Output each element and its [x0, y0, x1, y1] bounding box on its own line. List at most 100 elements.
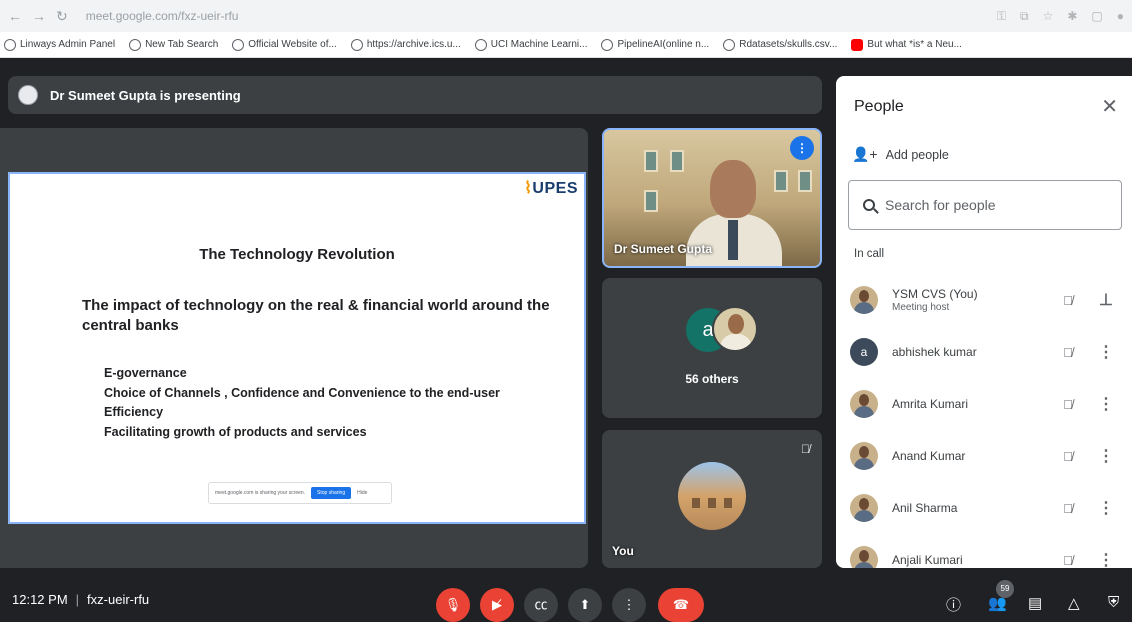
- activities-icon[interactable]: △: [1068, 594, 1080, 612]
- address-bar[interactable]: meet.google.com/fxz-ueir-rfu: [77, 5, 987, 27]
- more-options-icon[interactable]: ⋮: [1096, 394, 1116, 414]
- control-bar: 12:12 PM | fxz-ueir-rfu 🎙 ▶̸ ㏄ ⬆ ⋮ ☎ ⓘ 👥 5…: [0, 580, 1132, 622]
- mic-off-icon: 🎙̸: [1063, 552, 1073, 568]
- add-person-icon: 👤+: [852, 146, 878, 162]
- shared-slide: ⌇UPES The Technology Revolution The impa…: [8, 172, 586, 524]
- leave-call-button[interactable]: ☎: [658, 588, 704, 622]
- bullet-item: Efficiency: [104, 405, 164, 419]
- captions-icon: ㏄: [534, 597, 548, 612]
- avatar: [850, 442, 878, 470]
- more-options-button[interactable]: ⋮: [612, 588, 646, 622]
- present-button[interactable]: ⬆: [568, 588, 602, 622]
- self-tile[interactable]: 🎙̸ You: [602, 430, 822, 568]
- self-avatar: [678, 462, 746, 530]
- extensions-icon[interactable]: ✱: [1067, 9, 1077, 24]
- close-icon[interactable]: ✕: [1101, 94, 1118, 119]
- avatar: [850, 546, 878, 568]
- reload-icon[interactable]: ↻: [56, 8, 68, 25]
- people-panel: People ✕ 👤+ Add people Search for people…: [836, 76, 1132, 568]
- globe-icon: [350, 38, 363, 51]
- presenter-avatar: [18, 85, 38, 105]
- key-icon[interactable]: ⚿: [997, 9, 1006, 24]
- forward-icon[interactable]: →: [32, 8, 46, 24]
- globe-icon: [474, 38, 487, 51]
- browser-toolbar: ← → ↻ meet.google.com/fxz-ueir-rfu ⚿ ⧉ ☆…: [0, 0, 1132, 32]
- participant-row[interactable]: Amrita Kumari 🎙̸ ⋮: [836, 378, 1132, 430]
- more-options-icon[interactable]: ⋮: [1096, 498, 1116, 518]
- presenter-name: Dr Sumeet Gupta: [614, 242, 713, 256]
- avatar: [850, 494, 878, 522]
- slide-subtitle: The impact of technology on the real & f…: [82, 297, 550, 334]
- people-count-badge: 59: [996, 580, 1014, 598]
- share-page-icon[interactable]: ⧉: [1020, 9, 1029, 24]
- mic-off-icon: 🎙: [444, 597, 462, 612]
- avatar: [850, 286, 878, 314]
- more-options-icon[interactable]: ⋮: [1096, 342, 1116, 362]
- search-icon: [863, 199, 875, 211]
- bookmarks-bar: Linways Admin Panel New Tab Search Offic…: [0, 32, 1132, 58]
- meet-stage: Dr Sumeet Gupta is presenting ⌇UPES The …: [0, 60, 1132, 622]
- bookmark-item[interactable]: UCI Machine Learni...: [474, 38, 587, 51]
- bookmark-item[interactable]: Official Website of...: [232, 38, 337, 51]
- back-icon[interactable]: ←: [8, 8, 22, 24]
- presenting-text: Dr Sumeet Gupta is presenting: [50, 87, 241, 103]
- stop-sharing-button[interactable]: Stop sharing: [311, 487, 352, 499]
- upes-logo: ⌇UPES: [524, 180, 578, 197]
- bookmark-item[interactable]: Linways Admin Panel: [4, 38, 115, 51]
- mic-off-icon: 🎙̸: [801, 442, 810, 456]
- bookmark-item[interactable]: https://archive.ics.u...: [350, 38, 461, 51]
- participant-list: YSM CVS (You) Meeting host 🎙̸ ⊥ a abhish…: [836, 274, 1132, 568]
- add-people-button[interactable]: 👤+ Add people: [852, 146, 949, 163]
- mic-off-icon: 🎙̸: [1063, 344, 1073, 360]
- participant-row[interactable]: Anand Kumar 🎙̸ ⋮: [836, 430, 1132, 482]
- bookmark-item[interactable]: Rdatasets/skulls.csv...: [723, 38, 837, 51]
- presenter-tile[interactable]: ⋮ Dr Sumeet Gupta: [602, 128, 822, 268]
- captions-button[interactable]: ㏄: [524, 588, 558, 622]
- tab-search-icon[interactable]: ▢: [1091, 9, 1102, 24]
- present-screen-icon: ⬆: [579, 597, 591, 612]
- section-heading: In call: [854, 248, 885, 260]
- bookmark-item[interactable]: New Tab Search: [129, 38, 218, 51]
- camera-off-icon: ▶̸: [492, 597, 502, 612]
- mic-toggle-button[interactable]: 🎙: [436, 588, 470, 622]
- site-icon: [232, 38, 245, 51]
- presenting-banner: Dr Sumeet Gupta is presenting: [8, 76, 822, 114]
- host-controls-icon[interactable]: ⛨: [1108, 594, 1119, 611]
- globe-icon: [4, 38, 16, 51]
- bullet-item: Facilitating growth of products and serv…: [104, 424, 367, 439]
- slide-bullets: E-governance Choice of Channels , Confid…: [104, 364, 500, 442]
- presentation-tile[interactable]: ⌇UPES The Technology Revolution The impa…: [0, 128, 588, 568]
- pipeline-icon: [601, 38, 614, 51]
- star-icon[interactable]: ☆: [1043, 9, 1054, 24]
- bookmark-item[interactable]: PipelineAI(online n...: [601, 38, 709, 51]
- youtube-icon: [851, 38, 864, 51]
- more-options-icon[interactable]: ⋮: [1096, 550, 1116, 568]
- mic-off-icon: 🎙̸: [1063, 396, 1073, 412]
- avatar: [850, 390, 878, 418]
- chat-icon[interactable]: ▤: [1028, 594, 1042, 612]
- hide-button[interactable]: Hide: [357, 490, 367, 496]
- search-icon: [129, 38, 142, 51]
- participant-row[interactable]: YSM CVS (You) Meeting host 🎙̸ ⊥: [836, 274, 1132, 326]
- meeting-info: 12:12 PM | fxz-ueir-rfu: [12, 592, 150, 607]
- people-search-input[interactable]: Search for people: [848, 180, 1122, 230]
- participant-row[interactable]: Anil Sharma 🎙̸ ⋮: [836, 482, 1132, 534]
- slide-title: The Technology Revolution: [199, 246, 395, 263]
- more-options-icon[interactable]: ⋮: [1096, 446, 1116, 466]
- others-count: 56 others: [685, 372, 739, 386]
- pin-icon[interactable]: ⊥: [1096, 290, 1116, 310]
- bookmark-item[interactable]: But what *is* a Neu...: [851, 38, 962, 51]
- bullet-item: E-governance: [104, 366, 187, 380]
- meeting-details-icon[interactable]: ⓘ: [946, 594, 961, 615]
- hang-up-icon: ☎: [672, 597, 690, 612]
- profile-avatar[interactable]: ●: [1117, 9, 1124, 24]
- camera-toggle-button[interactable]: ▶̸: [480, 588, 514, 622]
- others-tile[interactable]: a 56 others: [602, 278, 822, 418]
- participant-row[interactable]: Anjali Kumari 🎙̸ ⋮: [836, 534, 1132, 568]
- panel-title: People: [854, 98, 904, 115]
- self-label: You: [612, 544, 634, 558]
- speaking-indicator-icon: ⋮: [790, 136, 814, 160]
- participant-row[interactable]: a abhishek kumar 🎙̸ ⋮: [836, 326, 1132, 378]
- participant-avatar: [712, 306, 758, 352]
- mic-off-icon: 🎙̸: [1063, 500, 1073, 516]
